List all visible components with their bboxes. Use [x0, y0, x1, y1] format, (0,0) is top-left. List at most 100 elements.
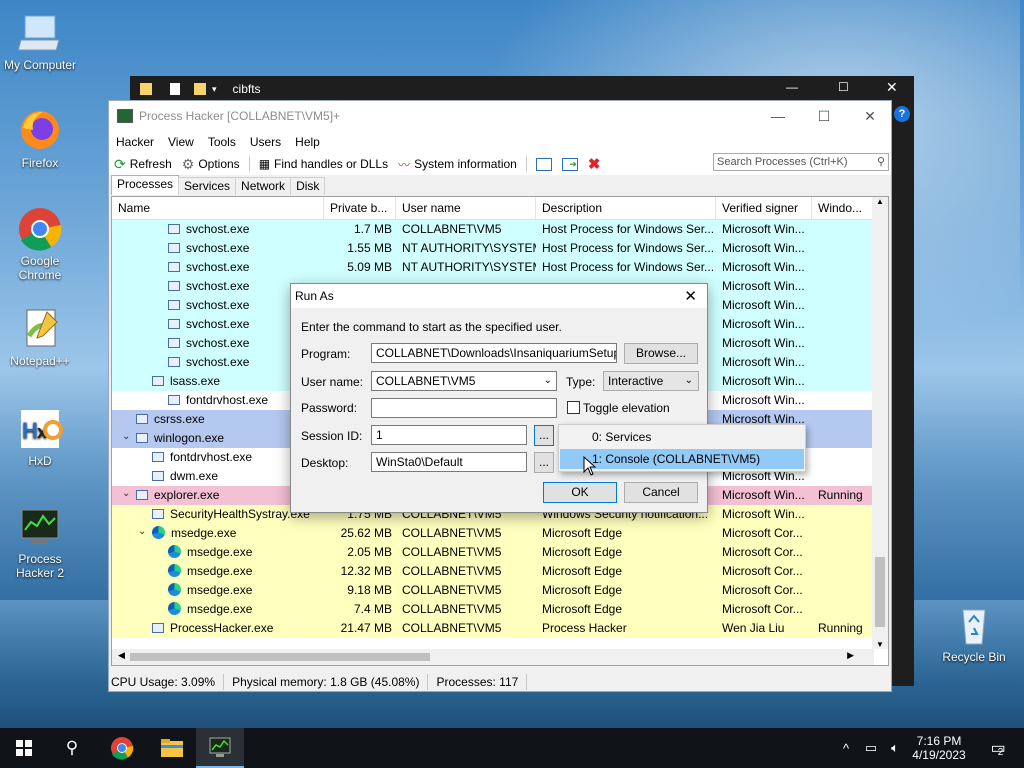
volume-tray-icon[interactable]: 🔈︎: [884, 728, 906, 768]
column-header-user-name[interactable]: User name: [396, 197, 536, 219]
tab-processes[interactable]: Processes: [111, 175, 180, 195]
password-input[interactable]: [371, 398, 557, 418]
horizontal-scrollbar[interactable]: ◀ ▶: [112, 649, 874, 665]
taskbar-file-explorer[interactable]: [148, 728, 196, 768]
dialog-close-button[interactable]: ✕: [684, 287, 697, 305]
process-name: explorer.exe: [154, 488, 220, 502]
column-header-name[interactable]: Name: [112, 197, 324, 219]
desktop-icon-firefox[interactable]: Firefox: [0, 108, 80, 170]
menu-users[interactable]: Users: [243, 135, 288, 149]
desktop-picker-button[interactable]: ...: [534, 452, 554, 473]
search-processes-input[interactable]: Search Processes (Ctrl+K) ⚲: [713, 153, 889, 171]
desktop-icon-my-computer[interactable]: My Computer: [0, 10, 80, 72]
menu-tools[interactable]: Tools: [201, 135, 243, 149]
cell-priv: 12.32 MB: [340, 564, 392, 578]
maximize-button[interactable]: ☐: [801, 101, 847, 131]
table-row[interactable]: ProcessHacker.exe 21.47 MB COLLABNET\VM5 Pr…: [112, 619, 874, 638]
column-header-row: Name Private b... User name Description …: [112, 197, 874, 220]
notifications-button[interactable]: ▭ 2: [980, 728, 1014, 768]
tab-services[interactable]: Services: [178, 177, 237, 195]
cell-win: [812, 429, 874, 448]
program-label: Program:: [301, 347, 351, 361]
browse-button[interactable]: Browse...: [624, 343, 698, 364]
column-header-window-status[interactable]: Windo...: [812, 197, 874, 219]
program-input[interactable]: COLLABNET\Downloads\InsaniquariumSetup.e…: [371, 343, 617, 363]
desktop-input[interactable]: WinSta0\Default: [371, 452, 527, 472]
session-option-services[interactable]: 0: Services: [560, 427, 804, 447]
start-button[interactable]: [0, 728, 48, 768]
scroll-thumb[interactable]: [130, 653, 430, 661]
vertical-scrollbar[interactable]: ▲ ▼: [872, 197, 888, 649]
menu-view[interactable]: View: [161, 135, 201, 149]
expand-arrow-icon[interactable]: ⌄: [122, 486, 130, 503]
desktop-icon-notepad-plus-plus[interactable]: Notepad++: [0, 306, 80, 368]
show-hidden-icons-button[interactable]: ^: [836, 728, 856, 768]
table-row[interactable]: msedge.exe 12.32 MB COLLABNET\VM5 Microsoft…: [112, 562, 874, 581]
expand-arrow-icon[interactable]: ⌄: [122, 429, 130, 446]
process-icon: [136, 413, 148, 424]
edge-icon: [168, 602, 181, 616]
scroll-left-arrow[interactable]: ◀: [118, 650, 125, 661]
scroll-down-arrow[interactable]: ▼: [872, 640, 888, 649]
column-header-private-bytes[interactable]: Private b...: [324, 197, 396, 219]
table-row[interactable]: msedge.exe 2.05 MB COLLABNET\VM5 Microsoft …: [112, 543, 874, 562]
desktop-icon-process-hacker[interactable]: Process Hacker 2: [0, 504, 80, 580]
table-row[interactable]: svchost.exe 1.55 MB NT AUTHORITY\SYSTEM Hos…: [112, 239, 874, 258]
menu-help[interactable]: Help: [288, 135, 327, 149]
menu-hacker[interactable]: Hacker: [109, 135, 161, 149]
desktop-icon-hxd[interactable]: Hx HxD: [0, 406, 80, 468]
username-combobox[interactable]: COLLABNET\VM5 ⌄: [371, 371, 557, 391]
scroll-up-arrow[interactable]: ▲: [872, 197, 888, 209]
minimize-button[interactable]: —: [755, 101, 801, 131]
terminate-button[interactable]: ✖: [583, 154, 606, 174]
run-as-dialog[interactable]: Run As ✕ Enter the command to start as t…: [290, 283, 708, 513]
chevron-down-icon[interactable]: ▾: [212, 84, 217, 95]
table-row[interactable]: ⌄ msedge.exe 25.62 MB COLLABNET\VM5 Microsof…: [112, 524, 874, 543]
network-tray-icon[interactable]: ▭: [860, 728, 882, 768]
window-arrow-icon: ➜: [561, 157, 578, 171]
cell-win: Running: [818, 488, 863, 502]
taskbar-chrome[interactable]: [98, 728, 146, 768]
taskbar-process-hacker[interactable]: [196, 728, 244, 768]
options-button[interactable]: ⚙ Options: [177, 154, 245, 174]
session-id-picker-button[interactable]: ...: [534, 425, 554, 446]
explorer-close-button[interactable]: ✕: [886, 79, 898, 96]
table-row[interactable]: svchost.exe 1.7 MB COLLABNET\VM5 Host Proce…: [112, 220, 874, 239]
expand-arrow-icon[interactable]: ⌄: [138, 524, 146, 541]
search-button[interactable]: ⚲: [48, 728, 96, 768]
column-header-verified-signer[interactable]: Verified signer: [716, 197, 812, 219]
column-header-description[interactable]: Description: [536, 197, 716, 219]
ok-button[interactable]: OK: [543, 482, 617, 503]
tab-network[interactable]: Network: [235, 177, 292, 195]
scroll-thumb[interactable]: [875, 557, 885, 627]
cell-win: [812, 372, 874, 391]
tab-disk[interactable]: Disk: [290, 177, 326, 195]
window-go-button[interactable]: ➜: [557, 154, 583, 174]
table-row[interactable]: svchost.exe 5.09 MB NT AUTHORITY\SYSTEM Hos…: [112, 258, 874, 277]
find-handles-button[interactable]: ▦ Find handles or DLLs: [254, 154, 393, 174]
refresh-button[interactable]: ⟳ Refresh: [109, 154, 177, 174]
table-row[interactable]: msedge.exe 9.18 MB COLLABNET\VM5 Microsoft …: [112, 581, 874, 600]
explorer-minimize-button[interactable]: —: [786, 80, 798, 94]
session-id-input[interactable]: 1: [371, 425, 527, 445]
process-name: svchost.exe: [186, 298, 250, 312]
desktop-icon-google-chrome[interactable]: Google Chrome: [0, 206, 80, 282]
speaker-icon: 🔈︎: [891, 740, 899, 755]
type-select[interactable]: Interactive ⌄: [603, 371, 699, 391]
scroll-right-arrow[interactable]: ▶: [847, 650, 854, 661]
clock[interactable]: 7:16 PM 4/19/2023: [906, 728, 972, 768]
toggle-elevation-checkbox[interactable]: [567, 401, 580, 414]
system-information-button[interactable]: 〰 System information: [393, 154, 522, 174]
desktop-icon-recycle-bin[interactable]: Recycle Bin: [934, 602, 1014, 664]
table-row[interactable]: msedge.exe 7.4 MB COLLABNET\VM5 Microsoft E…: [112, 600, 874, 619]
notepad-plus-plus-icon: [17, 306, 63, 352]
close-button[interactable]: ✕: [847, 101, 893, 131]
explorer-maximize-button[interactable]: ☐: [838, 80, 849, 94]
help-icon[interactable]: ?: [894, 106, 910, 122]
search-placeholder: Search Processes (Ctrl+K): [717, 156, 848, 168]
window-button[interactable]: [531, 154, 557, 174]
process-hacker-icon: [17, 504, 63, 550]
process-icon: [168, 280, 180, 291]
cell-signer: Microsoft Win...: [722, 317, 805, 331]
cancel-button[interactable]: Cancel: [624, 482, 698, 503]
